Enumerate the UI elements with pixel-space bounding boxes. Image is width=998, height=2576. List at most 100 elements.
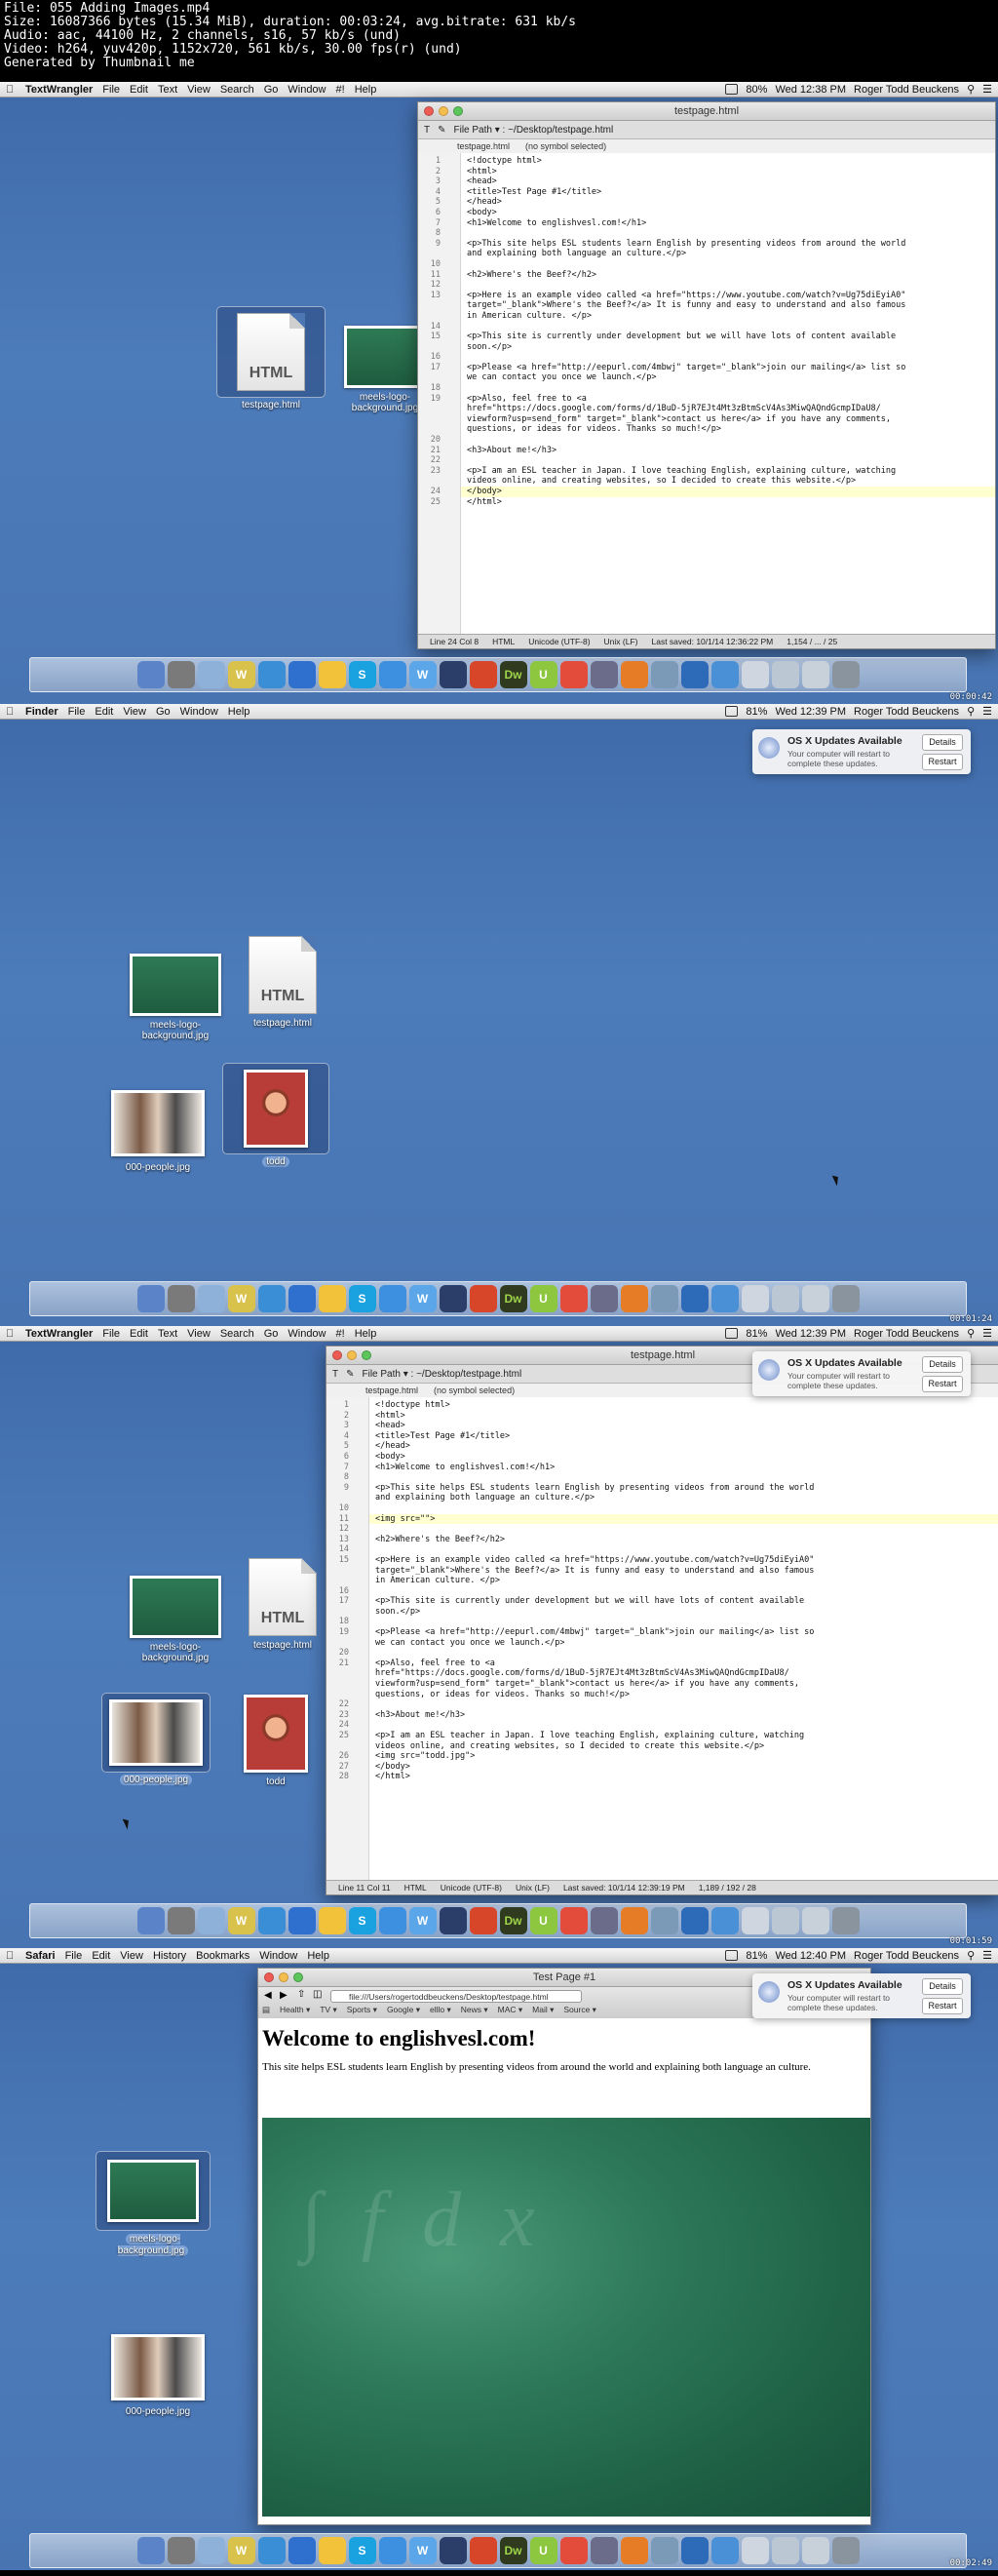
- apple-icon[interactable]: : [6, 84, 18, 96]
- code-line[interactable]: <p>This site is currently under developm…: [375, 1596, 993, 1607]
- cursor-position[interactable]: Line 11 Col 11: [338, 1883, 391, 1893]
- desktop-icon-background[interactable]: meels-logo-background.jpg: [96, 2151, 211, 2257]
- code-line[interactable]: <p>Also, feel free to <a: [375, 1659, 993, 1669]
- code-line[interactable]: [375, 1720, 993, 1731]
- textwrangler-window[interactable]: testpage.html T ✎ File Path ▾ : ~/Deskto…: [326, 1346, 998, 1895]
- trash-icon[interactable]: [831, 2537, 860, 2564]
- zoom-icon[interactable]: [453, 106, 463, 116]
- code-line[interactable]: [375, 1524, 993, 1535]
- clock[interactable]: Wed 12:39 PM: [775, 706, 846, 718]
- chrome-icon[interactable]: [559, 1285, 588, 1312]
- code-line[interactable]: and explaining both language an culture.…: [375, 1493, 993, 1503]
- code-line[interactable]: in American culture. </p>: [467, 311, 989, 322]
- code-line[interactable]: soon.</p>: [375, 1607, 993, 1618]
- photos-app-icon[interactable]: [650, 1907, 678, 1934]
- dropbox-icon[interactable]: [378, 2537, 406, 2564]
- code-line[interactable]: [467, 383, 989, 394]
- menu-text[interactable]: Text: [158, 1328, 177, 1340]
- launchpad-icon[interactable]: [167, 1907, 195, 1934]
- code-line[interactable]: [375, 1699, 993, 1710]
- pen-icon[interactable]: ✎: [438, 125, 445, 136]
- textwrangler-window[interactable]: testpage.html T ✎ File Path ▾ : ~/Deskto…: [417, 101, 996, 649]
- file-popup[interactable]: testpage.html: [365, 1386, 418, 1395]
- code-text[interactable]: <!doctype html> <html> <head> <title>Test P…: [461, 153, 995, 635]
- file-path[interactable]: File Path ▾ : ~/Desktop/testpage.html: [363, 1369, 522, 1380]
- code-line[interactable]: <p>Here is an example video called <a hr…: [467, 291, 989, 301]
- downloads-stack-icon[interactable]: [801, 661, 829, 688]
- menu-go[interactable]: Go: [264, 84, 279, 96]
- code-line[interactable]: <title>Test Page #1</title>: [375, 1431, 993, 1442]
- code-line[interactable]: href="https://docs.google.com/forms/d/1B…: [375, 1668, 993, 1679]
- desktop-icon-background[interactable]: meels-logo-background.jpg: [125, 954, 226, 1041]
- encoding-popup[interactable]: Unicode (UTF-8): [441, 1883, 502, 1893]
- apple-icon[interactable]: : [6, 1950, 18, 1962]
- code-line[interactable]: </head>: [467, 197, 989, 208]
- app-icon[interactable]: [288, 1907, 316, 1934]
- spotlight-icon[interactable]: ⚲: [967, 1949, 975, 1962]
- update-notification[interactable]: OS X Updates Available Your computer wil…: [752, 1973, 971, 2018]
- menu-go[interactable]: Go: [264, 1328, 279, 1340]
- downloads-stack-icon[interactable]: [801, 1285, 829, 1312]
- menu-script[interactable]: #!: [336, 1328, 345, 1340]
- code-line[interactable]: </html>: [467, 497, 989, 508]
- menu-file[interactable]: File: [102, 84, 120, 96]
- sidebar-icon[interactable]: ◫: [313, 1989, 322, 2000]
- menu-view[interactable]: View: [187, 1328, 211, 1340]
- code-line[interactable]: <p>I am an ESL teacher in Japan. I love …: [375, 1731, 993, 1741]
- automator-icon[interactable]: [590, 661, 618, 688]
- close-icon[interactable]: [264, 1972, 274, 1982]
- spotlight-icon[interactable]: ⚲: [967, 83, 975, 96]
- code-line[interactable]: videos online, and creating websites, so…: [375, 1741, 993, 1752]
- safari-window[interactable]: Test Page #1 ◀ ▶ ⇧ ◫ file:///Users/roger…: [257, 1968, 871, 2525]
- menu-app-name[interactable]: Safari: [25, 1950, 56, 1962]
- textwrangler-icon[interactable]: W: [227, 1285, 255, 1312]
- firefox-icon[interactable]: [620, 2537, 648, 2564]
- dropbox-icon[interactable]: [378, 661, 406, 688]
- music-app-icon[interactable]: [439, 1285, 467, 1312]
- automator-icon[interactable]: [590, 1285, 618, 1312]
- skype-icon[interactable]: S: [348, 1907, 376, 1934]
- code-line[interactable]: we can contact you once we launch.</p>: [375, 1638, 993, 1649]
- itunes-icon[interactable]: [710, 2537, 739, 2564]
- apple-icon[interactable]: : [6, 706, 18, 718]
- menu-script[interactable]: #!: [336, 84, 345, 96]
- details-button[interactable]: Details: [922, 734, 963, 751]
- app-icon[interactable]: [288, 1285, 316, 1312]
- desktop-icon-todd[interactable]: todd: [222, 1063, 329, 1167]
- safari-icon[interactable]: [257, 2537, 286, 2564]
- textwrangler-icon[interactable]: W: [227, 661, 255, 688]
- code-line[interactable]: [467, 322, 989, 332]
- mail-icon[interactable]: [197, 1285, 225, 1312]
- preview-icon[interactable]: [741, 661, 769, 688]
- dreamweaver-icon[interactable]: Dw: [499, 1285, 527, 1312]
- menu-go[interactable]: Go: [156, 706, 171, 718]
- preview-icon[interactable]: [741, 1907, 769, 1934]
- app-icon[interactable]: [288, 2537, 316, 2564]
- code-line[interactable]: [467, 435, 989, 446]
- code-line[interactable]: target="_blank">Where's the Beef?</a> It…: [375, 1566, 993, 1577]
- cyberduck-icon[interactable]: [318, 2537, 346, 2564]
- mail-icon[interactable]: [197, 1907, 225, 1934]
- itunes-icon[interactable]: [710, 1285, 739, 1312]
- desktop-icon-html[interactable]: HTML testpage.html: [234, 1558, 331, 1651]
- code-line[interactable]: <p>Also, feel free to <a: [467, 394, 989, 405]
- code-text[interactable]: <!doctype html> <html> <head> <title>Test P…: [369, 1397, 998, 1881]
- network-app-icon[interactable]: [680, 661, 709, 688]
- notification-center-icon[interactable]: ☰: [982, 1327, 992, 1340]
- address-bar[interactable]: file:///Users/rogertoddbeuckens/Desktop/…: [330, 1990, 582, 2003]
- code-line[interactable]: <img src="">: [369, 1513, 998, 1525]
- skype-icon[interactable]: S: [348, 1285, 376, 1312]
- menu-window[interactable]: Window: [259, 1950, 297, 1962]
- code-line[interactable]: <img src="todd.jpg">: [375, 1751, 993, 1762]
- trash-icon[interactable]: [831, 1285, 860, 1312]
- automator-icon[interactable]: [590, 2537, 618, 2564]
- desktop-icon-people[interactable]: 000-people.jpg: [107, 1090, 209, 1173]
- code-line[interactable]: <p>Here is an example video called <a hr…: [375, 1555, 993, 1566]
- code-line[interactable]: [467, 280, 989, 291]
- battery-icon[interactable]: [725, 1950, 739, 1961]
- battery-icon[interactable]: [725, 1328, 739, 1339]
- code-line[interactable]: [375, 1472, 993, 1483]
- documents-stack-icon[interactable]: [771, 1285, 799, 1312]
- code-line[interactable]: in American culture. </p>: [375, 1576, 993, 1586]
- safari-icon[interactable]: [257, 661, 286, 688]
